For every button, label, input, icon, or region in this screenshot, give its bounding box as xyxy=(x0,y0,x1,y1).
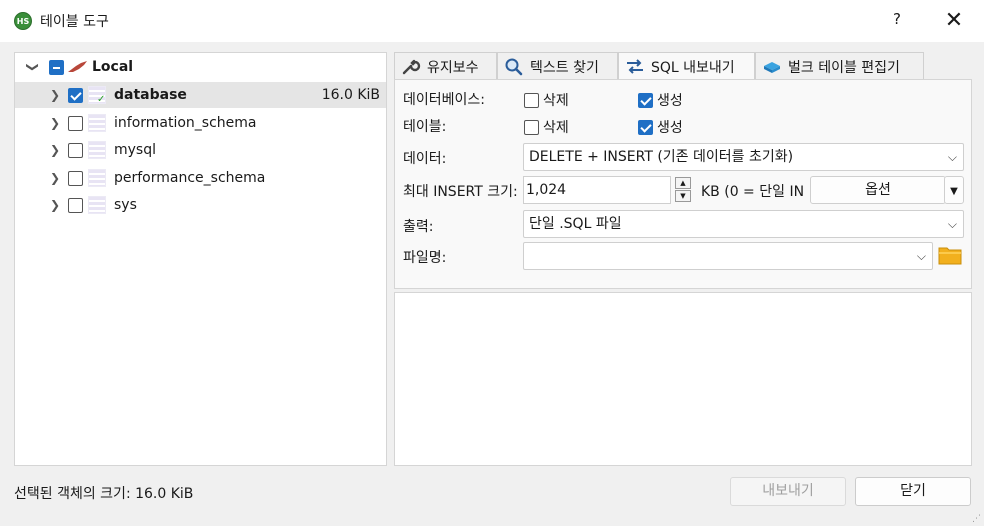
tree-item-database[interactable]: ❯ ✓ database 16.0 KiB xyxy=(15,82,386,108)
database-icon xyxy=(88,196,106,214)
app-logo-icon: HS xyxy=(14,12,32,30)
select-value: DELETE + INSERT (기존 데이터를 초기화) xyxy=(529,149,794,165)
tree-root-label: Local xyxy=(92,59,134,75)
folder-browse-icon[interactable] xyxy=(938,244,962,266)
output-select[interactable]: 단일 .SQL 파일 ⌵ xyxy=(523,210,964,238)
sql-export-panel: 데이터베이스: 삭제 생성 테이블: 삭제 생성 데이터: DELETE + I… xyxy=(394,79,972,289)
chevron-down-icon: ⌵ xyxy=(947,217,957,231)
tab-bulk-table-editor[interactable]: 벌크 테이블 편집기 xyxy=(755,52,924,80)
tree-item-label: database xyxy=(114,87,187,103)
filename-label: 파일명: xyxy=(403,250,447,266)
chevron-down-icon: ⌵ xyxy=(916,249,926,263)
output-label: 출력: xyxy=(403,219,434,235)
item-checkbox[interactable] xyxy=(68,142,83,158)
tab-find-text[interactable]: 텍스트 찾기 xyxy=(497,52,618,80)
max-insert-label: 최대 INSERT 크기: xyxy=(403,184,518,200)
help-button[interactable]: ? xyxy=(890,10,904,28)
data-mode-select[interactable]: DELETE + INSERT (기존 데이터를 초기화) ⌵ xyxy=(523,143,964,171)
tab-label: 벌크 테이블 편집기 xyxy=(788,59,900,76)
tree-item-sys[interactable]: ❯ sys xyxy=(15,192,386,218)
wrench-icon xyxy=(402,59,421,74)
close-button[interactable]: 닫기 xyxy=(855,477,971,506)
tab-label: 유지보수 xyxy=(427,59,479,76)
chevron-right-icon[interactable]: ❯ xyxy=(49,88,61,102)
tables-drop-checkbox[interactable]: 삭제 xyxy=(524,117,569,137)
root-checkbox[interactable] xyxy=(49,59,64,75)
databases-label: 데이터베이스: xyxy=(403,92,485,108)
caret-down-icon: ▼ xyxy=(950,186,958,197)
dolphin-server-icon xyxy=(68,61,87,72)
max-insert-spinner[interactable]: ▲ ▼ xyxy=(675,177,691,203)
chevron-right-icon[interactable]: ❯ xyxy=(49,116,61,130)
max-insert-unit: KB (0 = 단일 IN xyxy=(701,184,805,200)
database-tree[interactable]: ❯ Local ❯ ✓ database 16.0 KiB ❯ informat… xyxy=(14,52,387,466)
checkbox-box[interactable] xyxy=(524,119,539,135)
export-button[interactable]: 내보내기 xyxy=(730,477,846,506)
window-title: 테이블 도구 xyxy=(40,14,109,30)
checkbox-box[interactable] xyxy=(638,92,653,108)
item-checkbox[interactable] xyxy=(68,197,83,213)
checkbox-label: 생성 xyxy=(657,93,683,109)
tree-item-mysql[interactable]: ❯ mysql xyxy=(15,137,386,163)
tree-item-size: 16.0 KiB xyxy=(321,87,380,103)
tables-create-checkbox[interactable]: 생성 xyxy=(638,117,683,137)
tree-item-label: mysql xyxy=(114,142,156,158)
database-icon xyxy=(88,114,106,132)
tables-label: 테이블: xyxy=(403,119,447,135)
magnifier-icon xyxy=(505,58,523,75)
options-button[interactable]: 옵션 xyxy=(810,176,946,204)
database-icon xyxy=(88,169,106,187)
max-insert-input[interactable]: 1,024 xyxy=(523,176,671,204)
chevron-right-icon[interactable]: ❯ xyxy=(49,198,61,212)
tree-item-label: performance_schema xyxy=(114,170,266,186)
table-stack-icon xyxy=(764,61,780,73)
spin-up-icon[interactable]: ▲ xyxy=(675,177,691,189)
status-text: 선택된 객체의 크기: 16.0 KiB xyxy=(14,486,194,502)
tree-item-performance-schema[interactable]: ❯ performance_schema xyxy=(15,165,386,191)
chevron-right-icon[interactable]: ❯ xyxy=(49,143,61,157)
tab-sql-export[interactable]: SQL 내보내기 xyxy=(618,52,755,81)
tab-label: SQL 내보내기 xyxy=(651,60,735,76)
checkbox-label: 삭제 xyxy=(543,93,569,109)
resize-grip-icon[interactable]: ⋰ xyxy=(972,514,982,524)
item-checkbox[interactable] xyxy=(68,115,83,131)
filename-input[interactable]: ⌵ xyxy=(523,242,933,270)
chevron-right-icon[interactable]: ❯ xyxy=(49,171,61,185)
chevron-down-icon: ⌵ xyxy=(947,150,957,164)
output-log[interactable] xyxy=(394,292,972,466)
close-window-button[interactable]: ✕ xyxy=(940,6,968,36)
spin-down-icon[interactable]: ▼ xyxy=(675,190,691,202)
tab-label: 텍스트 찾기 xyxy=(530,59,599,76)
options-dropdown-button[interactable]: ▼ xyxy=(944,176,964,204)
check-badge-icon: ✓ xyxy=(97,94,106,105)
tree-item-information-schema[interactable]: ❯ information_schema xyxy=(15,110,386,136)
export-arrows-icon xyxy=(627,59,643,74)
databases-create-checkbox[interactable]: 생성 xyxy=(638,90,683,110)
databases-drop-checkbox[interactable]: 삭제 xyxy=(524,90,569,110)
checkbox-box[interactable] xyxy=(524,92,539,108)
tree-item-label: information_schema xyxy=(114,115,257,131)
data-label: 데이터: xyxy=(403,151,447,167)
item-checkbox[interactable] xyxy=(68,87,83,103)
title-bar: HS 테이블 도구 ? ✕ xyxy=(0,0,984,42)
database-icon xyxy=(88,141,106,159)
item-checkbox[interactable] xyxy=(68,170,83,186)
checkbox-box[interactable] xyxy=(638,119,653,135)
tree-root-local[interactable]: ❯ Local xyxy=(15,54,386,80)
checkbox-label: 삭제 xyxy=(543,120,569,136)
max-insert-value: 1,024 xyxy=(526,182,567,198)
tab-maintenance[interactable]: 유지보수 xyxy=(394,52,497,80)
select-value: 단일 .SQL 파일 xyxy=(529,216,622,232)
checkbox-label: 생성 xyxy=(657,120,683,136)
chevron-down-icon[interactable]: ❯ xyxy=(26,61,40,73)
tree-item-label: sys xyxy=(114,197,137,213)
